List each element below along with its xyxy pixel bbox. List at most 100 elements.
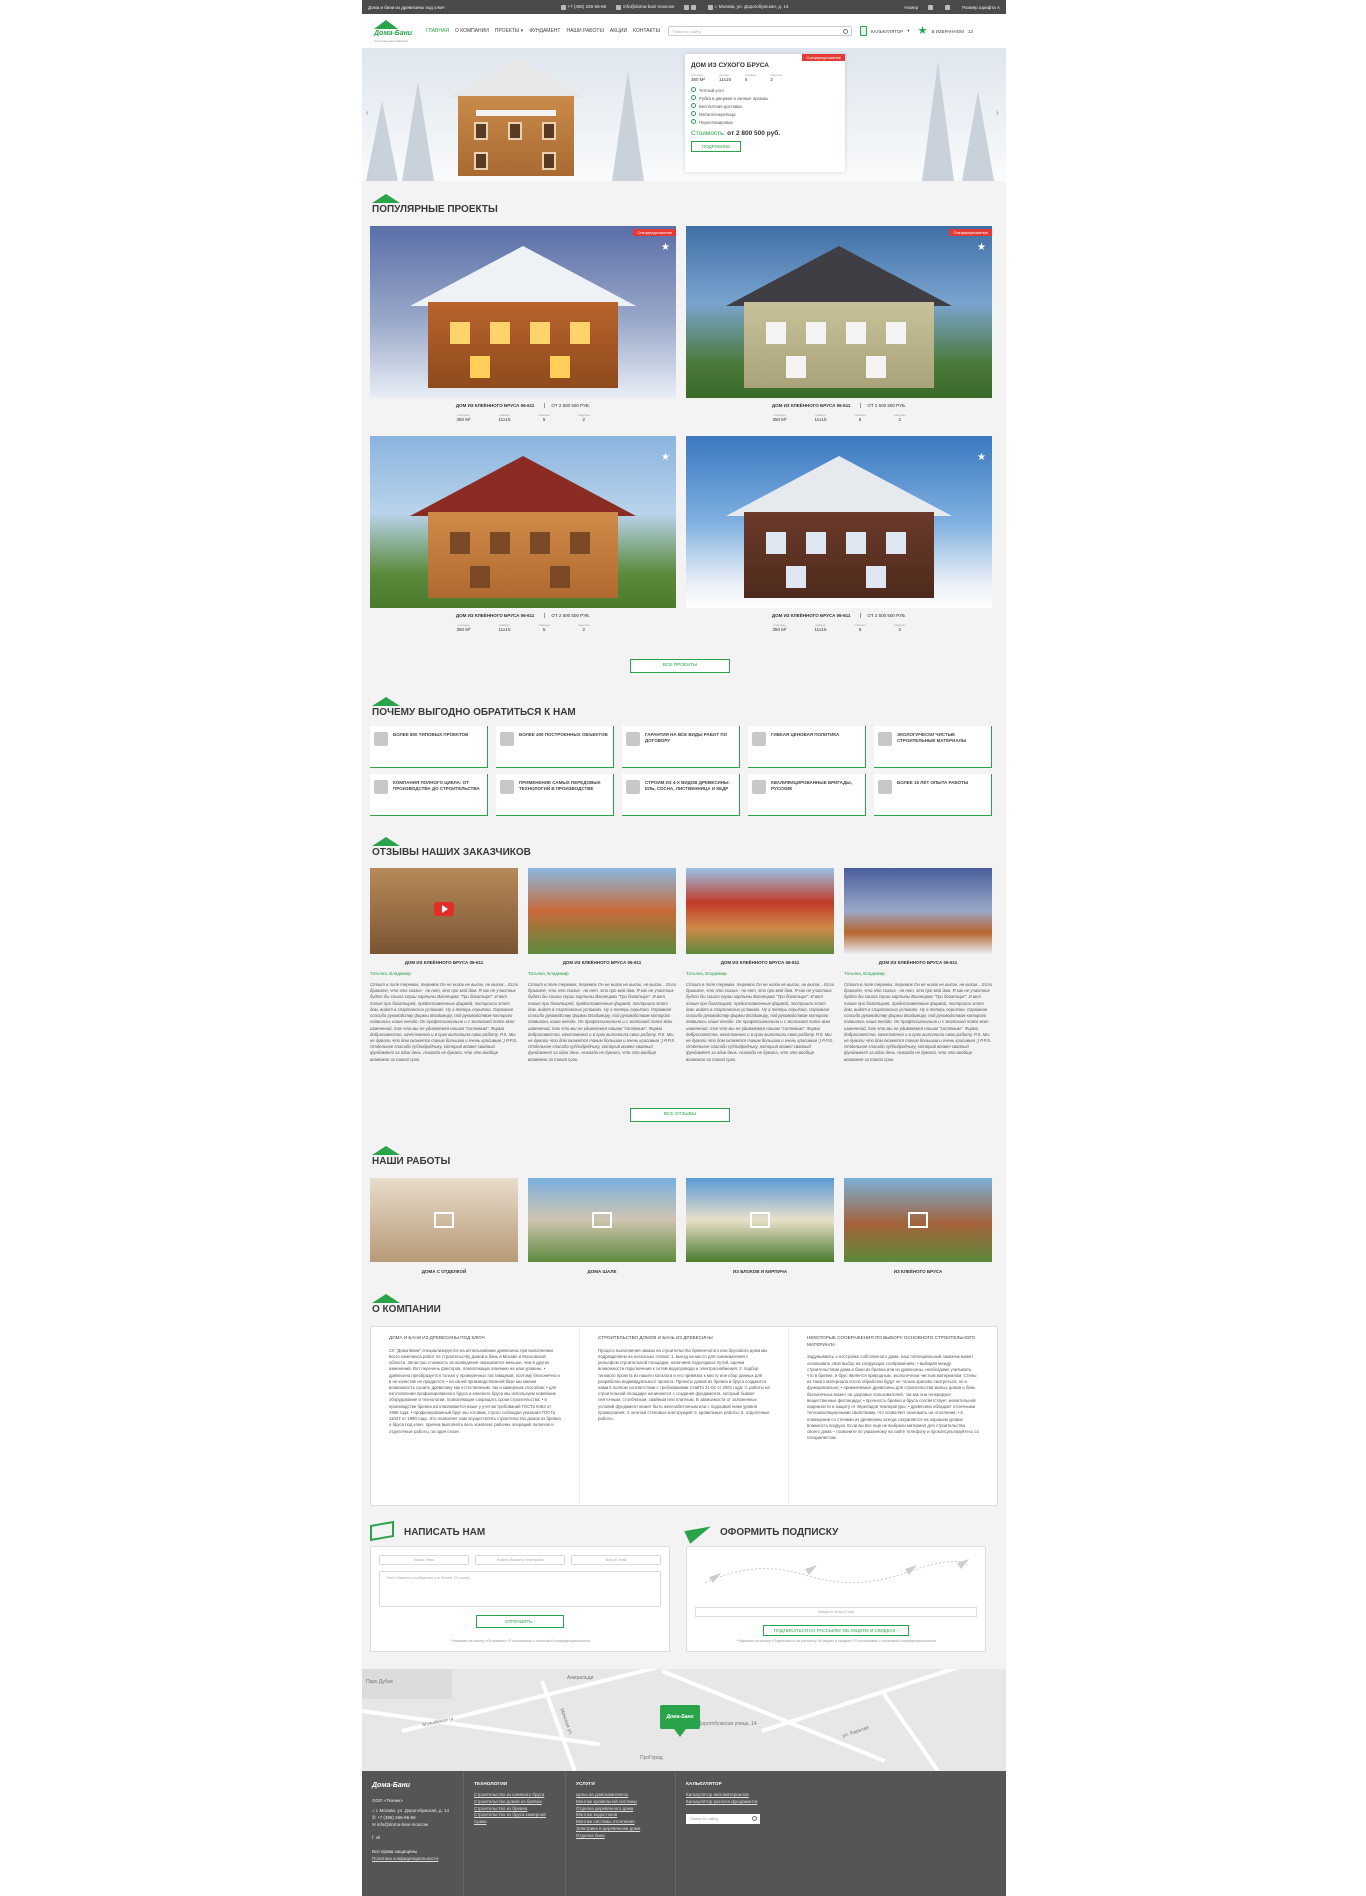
phone-field[interactable]: Номер Вашего телефона — [475, 1555, 565, 1565]
project-card[interactable]: Спецпредложение ★ ДОМ ИЗ КЛЕЁННОГО БРУСА… — [370, 226, 676, 436]
user-icon[interactable] — [945, 4, 951, 10]
footer-email[interactable]: info@doma-bani-moscow — [377, 1822, 428, 1827]
footer-link[interactable]: Монтаж водостоков — [576, 1812, 665, 1819]
review-video[interactable] — [370, 868, 518, 954]
work-category[interactable]: ДОМА ШАЛЕ — [528, 1178, 676, 1278]
project-image[interactable]: ★ — [370, 436, 676, 608]
gallery-icon[interactable] — [434, 1212, 454, 1228]
address: г. Москва, ул. Дорогобужская, д. 14 — [708, 4, 788, 10]
footer-link[interactable]: Монтаж кровельной системы — [576, 1799, 665, 1806]
gallery-icon[interactable] — [908, 1212, 928, 1228]
vk-icon[interactable] — [691, 4, 697, 10]
favorites-link[interactable]: ★ В ИЗБРАННОМ 12 — [918, 25, 974, 37]
map[interactable]: Парк Дубки Можайское ш. Минская ул. Доро… — [362, 1669, 1006, 1771]
favorite-star-icon[interactable]: ★ — [661, 242, 670, 253]
social-icons[interactable] — [684, 4, 698, 10]
footer-phone[interactable]: +7 (495) 266-66-66 — [377, 1815, 416, 1820]
work-category[interactable]: ИЗ БЛОКОВ И КИРПИЧА — [686, 1178, 834, 1278]
project-card[interactable]: Спецпредложение ★ ДОМ ИЗ КЛЕЁННОГО БРУСА… — [686, 226, 992, 436]
gallery-icon[interactable] — [592, 1212, 612, 1228]
footer-link[interactable]: Строительство домов из бревна — [474, 1799, 555, 1806]
project-caption: ДОМ ИЗ КЛЕЁННОГО БРУСА 06-611 от 2 500 50… — [771, 403, 907, 408]
footer-link[interactable]: Отделка деревянного дома — [576, 1806, 665, 1813]
footer-logo[interactable]: Дома-Бани — [372, 1781, 453, 1792]
subscribe-button[interactable]: ПОДПИСАТЬСЯ НА РАССЫЛКУ ОБ АКЦИЯХ И СКИД… — [762, 1625, 910, 1636]
favorite-star-icon[interactable]: ★ — [977, 452, 986, 463]
price-chart-icon — [752, 732, 766, 746]
footer-link[interactable]: Монтаж системы отопления — [576, 1819, 665, 1826]
nav-promos[interactable]: АКЦИИ — [610, 28, 627, 34]
all-reviews-button[interactable]: ВСЕ ОТЗЫВЫ — [630, 1108, 730, 1122]
search-icon[interactable] — [928, 4, 934, 10]
project-image[interactable]: ★ — [686, 436, 992, 608]
nav-foundation[interactable]: ФУНДАМЕНТ — [529, 28, 560, 34]
project-image[interactable]: Спецпредложение ★ — [370, 226, 676, 398]
review-title[interactable]: ДОМ ИЗ КЛЕЁННОГО БРУСА 06-611 — [528, 960, 676, 965]
review-author: Татьяна, Владимир — [844, 971, 885, 976]
footer-link[interactable]: Строительство из бруса камерной сушки — [474, 1812, 555, 1826]
facebook-icon[interactable] — [684, 4, 690, 10]
calculator-link[interactable]: КАЛЬКУЛЯТОР ▾ — [860, 26, 910, 36]
footer-link[interactable]: Цены на домокомплекты — [576, 1792, 665, 1799]
email-field[interactable]: Ваш E-mail — [571, 1555, 661, 1565]
subscribe-email-field[interactable]: Введите Ваш Email — [695, 1607, 977, 1617]
nav-works[interactable]: НАШИ РАБОТЫ — [566, 28, 603, 34]
footer-link[interactable]: Отделка бани — [576, 1833, 665, 1840]
facebook-icon[interactable]: f — [372, 1835, 373, 1840]
vk-icon[interactable]: vk — [376, 1835, 381, 1840]
house-icon — [500, 732, 514, 746]
section-subscribe-title: ОФОРМИТЬ ПОДПИСКУ — [684, 1520, 846, 1544]
nav-about[interactable]: О КОМПАНИИ — [455, 28, 489, 34]
review-image[interactable] — [844, 868, 992, 954]
favorite-star-icon[interactable]: ★ — [977, 242, 986, 253]
email-link[interactable]: info@doma-bani-moscow — [616, 4, 674, 10]
message-field[interactable]: Текст Вашего сообщения (не более 70 слов… — [379, 1571, 661, 1607]
slider-prev-icon[interactable]: ‹ — [366, 108, 372, 118]
send-button[interactable]: ОТПРАВИТЬ › — [476, 1615, 564, 1628]
nav-home[interactable]: ГЛАВНАЯ — [426, 28, 449, 34]
details-button[interactable]: ПОДРОБНЕЕ — [691, 141, 742, 152]
team-icon — [752, 780, 766, 794]
footer-link[interactable]: Строительство из клееного бруса — [474, 1792, 555, 1799]
favorite-star-icon[interactable]: ★ — [661, 452, 670, 463]
nav-contacts[interactable]: КОНТАКТЫ — [633, 28, 660, 34]
technology-icon — [500, 780, 514, 794]
work-category[interactable]: ДОМА С ОТДЕЛКОЙ — [370, 1178, 518, 1278]
project-card[interactable]: ★ ДОМ ИЗ КЛЕЁННОГО БРУСА 06-611 от 2 500 … — [370, 436, 676, 646]
nav-projects[interactable]: ПРОЕКТЫ ▾ — [495, 28, 523, 34]
font-size-control[interactable]: Размер шрифта А — [962, 5, 1000, 10]
footer-link[interactable]: Электрика в деревянном доме — [576, 1826, 665, 1833]
roof-icon — [372, 1146, 400, 1155]
search-icon[interactable] — [752, 1815, 757, 1821]
map-marker[interactable]: Дома-Бани — [660, 1705, 700, 1729]
envelope-icon — [370, 1520, 394, 1542]
slider-next-icon[interactable]: › — [996, 108, 1002, 118]
all-projects-button[interactable]: ВСЕ ПРОЕКТЫ — [630, 659, 730, 673]
logo[interactable]: Дома-Бани Строительная компания — [370, 18, 418, 44]
roof-icon — [372, 697, 400, 706]
login-link[interactable]: Номер — [904, 5, 918, 10]
footer-services: УСЛУГИ Цены на домокомплекты Монтаж кров… — [566, 1771, 676, 1896]
footer-link[interactable]: Калькулятор пиломатериалов — [686, 1792, 996, 1799]
project-card[interactable]: ★ ДОМ ИЗ КЛЕЁННОГО БРУСА 06-611 от 2 500 … — [686, 436, 992, 646]
project-image[interactable]: Спецпредложение ★ — [686, 226, 992, 398]
review-title[interactable]: ДОМ ИЗ КЛЕЁННОГО БРУСА 06-611 — [370, 960, 518, 965]
gallery-icon[interactable] — [750, 1212, 770, 1228]
review-title[interactable]: ДОМ ИЗ КЛЕЁННОГО БРУСА 06-611 — [844, 960, 992, 965]
search-icon[interactable] — [843, 29, 849, 34]
work-category[interactable]: ИЗ КЛЕЁНОГО БРУСА — [844, 1178, 992, 1278]
review-title[interactable]: ДОМ ИЗ КЛЕЁННОГО БРУСА 06-611 — [686, 960, 834, 965]
search-input[interactable]: Поиск по сайту — [668, 26, 853, 36]
footer-link[interactable]: Калькулятор расчета фундамента — [686, 1799, 996, 1806]
play-video-icon[interactable] — [434, 902, 454, 916]
hero-features: Теплый угол Рубка в двержке и окнные про… — [691, 87, 839, 125]
phone-link[interactable]: +7 (495) 266-66-66 — [560, 4, 606, 10]
review-image[interactable] — [686, 868, 834, 954]
name-field[interactable]: Ваше Имя — [379, 1555, 469, 1565]
roof-icon — [372, 1294, 400, 1303]
cycle-gear-icon — [374, 780, 388, 794]
review-image[interactable] — [528, 868, 676, 954]
privacy-link[interactable]: Политика конфиденциальности — [372, 1856, 453, 1863]
footer-contacts: Дома-Бани ООО «Техник» ⌂ г. Москва, ул. … — [362, 1771, 464, 1896]
footer-search-input[interactable]: Поиск по сайту — [686, 1813, 760, 1824]
